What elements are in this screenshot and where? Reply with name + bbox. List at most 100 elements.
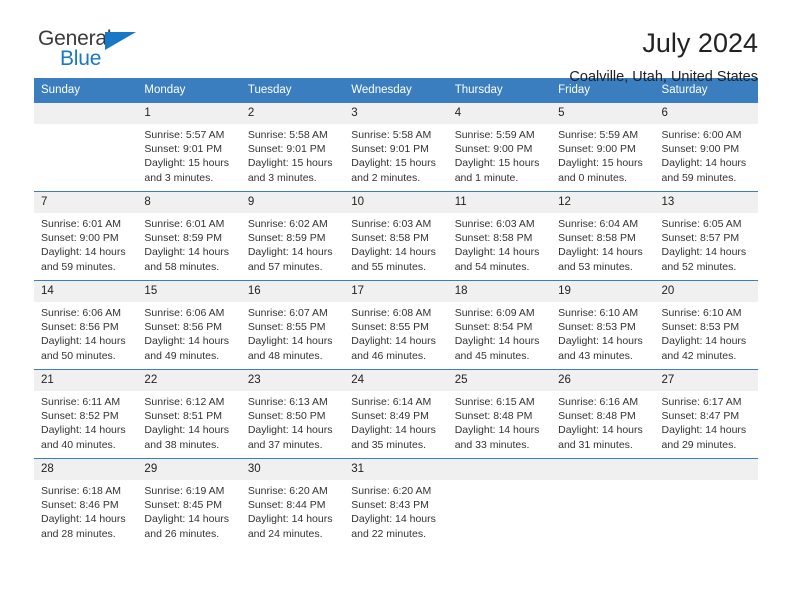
day-cell-inner: 13 Sunrise: 6:05 AM Sunset: 8:57 PM Dayligh… bbox=[654, 192, 758, 280]
day-sunset-text: Sunset: 8:52 PM bbox=[41, 410, 119, 423]
calendar-day-cell[interactable]: 16 Sunrise: 6:07 AM Sunset: 8:55 PM Dayligh… bbox=[240, 280, 345, 370]
day-cell-inner: 14 Sunrise: 6:06 AM Sunset: 8:56 PM Dayligh… bbox=[34, 281, 138, 369]
day-daylight-1-text: Daylight: 14 hours bbox=[351, 246, 436, 259]
day-cell-inner: 28 Sunrise: 6:18 AM Sunset: 8:46 PM Dayligh… bbox=[34, 459, 138, 547]
calendar-day-cell[interactable]: 8 Sunrise: 6:01 AM Sunset: 8:59 PM Daylight… bbox=[137, 191, 241, 281]
sunrise-sunset-calendar: Sunday Monday Tuesday Wednesday Thursday… bbox=[34, 78, 758, 547]
day-cell-inner: 26 Sunrise: 6:16 AM Sunset: 8:48 PM Dayligh… bbox=[551, 370, 655, 458]
logo-text-blue: Blue bbox=[60, 47, 102, 70]
calendar-day-cell[interactable]: 19 Sunrise: 6:10 AM Sunset: 8:53 PM Dayligh… bbox=[551, 280, 655, 370]
day-details: Sunrise: 6:12 AM Sunset: 8:51 PM Daylight:… bbox=[137, 391, 240, 458]
day-sunrise-text: Sunrise: 6:19 AM bbox=[144, 485, 225, 497]
calendar-day-cell[interactable]: 27 Sunrise: 6:17 AM Sunset: 8:47 PM Dayligh… bbox=[654, 369, 758, 459]
day-sunset-text: Sunset: 8:50 PM bbox=[247, 410, 326, 423]
calendar-day-cell[interactable]: 30 Sunrise: 6:20 AM Sunset: 8:44 PM Dayligh… bbox=[240, 458, 345, 547]
calendar-day-cell-empty bbox=[551, 458, 655, 547]
day-number: 19 bbox=[551, 281, 655, 302]
day-details: Sunrise: 6:17 AM Sunset: 8:47 PM Daylight:… bbox=[655, 391, 758, 458]
day-sunrise-text: Sunrise: 5:59 AM bbox=[454, 129, 535, 141]
calendar-day-cell[interactable]: 29 Sunrise: 6:19 AM Sunset: 8:45 PM Dayligh… bbox=[137, 458, 241, 547]
day-sunset-text: Sunset: 8:58 PM bbox=[558, 232, 636, 245]
calendar-day-cell[interactable]: 4 Sunrise: 5:59 AM Sunset: 9:00 PM Daylight… bbox=[447, 102, 552, 192]
day-details: Sunrise: 6:08 AM Sunset: 8:55 PM Daylight:… bbox=[344, 302, 447, 369]
day-sunset-text: Sunset: 9:01 PM bbox=[144, 143, 223, 156]
day-daylight-2-text: and 40 minutes. bbox=[41, 438, 116, 451]
day-daylight-1-text: Daylight: 14 hours bbox=[454, 335, 540, 348]
calendar-day-cell[interactable]: 9 Sunrise: 6:02 AM Sunset: 8:59 PM Daylight… bbox=[240, 191, 345, 281]
calendar-day-cell[interactable]: 21 Sunrise: 6:11 AM Sunset: 8:52 PM Dayligh… bbox=[34, 369, 138, 459]
day-daylight-1-text: Daylight: 14 hours bbox=[144, 513, 230, 526]
calendar-day-cell[interactable]: 25 Sunrise: 6:15 AM Sunset: 8:48 PM Dayligh… bbox=[447, 369, 552, 459]
day-daylight-1-text: Daylight: 14 hours bbox=[661, 246, 747, 259]
calendar-day-cell[interactable]: 28 Sunrise: 6:18 AM Sunset: 8:46 PM Dayligh… bbox=[34, 458, 138, 547]
day-daylight-2-text: and 31 minutes. bbox=[558, 438, 633, 451]
general-blue-logo[interactable]: General Blue bbox=[34, 28, 158, 76]
calendar-day-cell[interactable]: 5 Sunrise: 5:59 AM Sunset: 9:00 PM Daylight… bbox=[551, 102, 655, 192]
day-daylight-2-text: and 38 minutes. bbox=[144, 438, 220, 451]
day-sunrise-text: Sunrise: 6:06 AM bbox=[144, 307, 225, 319]
day-daylight-2-text: and 3 minutes. bbox=[144, 171, 214, 184]
day-sunrise-text: Sunrise: 6:15 AM bbox=[454, 396, 535, 408]
day-sunrise-text: Sunrise: 6:20 AM bbox=[247, 485, 328, 497]
day-daylight-2-text: and 59 minutes. bbox=[661, 171, 737, 184]
day-sunset-text: Sunset: 8:49 PM bbox=[351, 410, 429, 423]
day-details: Sunrise: 6:01 AM Sunset: 9:00 PM Daylight:… bbox=[34, 213, 137, 280]
day-sunrise-text: Sunrise: 6:04 AM bbox=[558, 218, 639, 230]
calendar-day-cell[interactable]: 18 Sunrise: 6:09 AM Sunset: 8:54 PM Dayligh… bbox=[447, 280, 552, 370]
day-number: 1 bbox=[137, 103, 241, 124]
day-number: 16 bbox=[240, 281, 345, 302]
day-daylight-2-text: and 26 minutes. bbox=[144, 527, 220, 540]
day-sunset-text: Sunset: 8:48 PM bbox=[454, 410, 533, 423]
day-daylight-2-text: and 37 minutes. bbox=[247, 438, 323, 451]
calendar-day-cell[interactable]: 3 Sunrise: 5:58 AM Sunset: 9:01 PM Daylight… bbox=[344, 102, 448, 192]
calendar-day-cell[interactable]: 26 Sunrise: 6:16 AM Sunset: 8:48 PM Dayligh… bbox=[551, 369, 655, 459]
calendar-day-cell[interactable]: 17 Sunrise: 6:08 AM Sunset: 8:55 PM Dayligh… bbox=[344, 280, 448, 370]
day-details: Sunrise: 6:10 AM Sunset: 8:53 PM Daylight:… bbox=[551, 302, 654, 369]
calendar-day-cell[interactable]: 14 Sunrise: 6:06 AM Sunset: 8:56 PM Dayligh… bbox=[34, 280, 138, 370]
day-sunset-text: Sunset: 8:56 PM bbox=[41, 321, 119, 334]
day-daylight-2-text: and 2 minutes. bbox=[351, 171, 421, 184]
day-daylight-1-text: Daylight: 14 hours bbox=[247, 513, 333, 526]
calendar-day-cell[interactable]: 6 Sunrise: 6:00 AM Sunset: 9:00 PM Daylight… bbox=[654, 102, 758, 192]
calendar-day-cell[interactable]: 11 Sunrise: 6:03 AM Sunset: 8:58 PM Dayligh… bbox=[447, 191, 552, 281]
calendar-day-cell[interactable]: 20 Sunrise: 6:10 AM Sunset: 8:53 PM Dayligh… bbox=[654, 280, 758, 370]
day-daylight-2-text: and 29 minutes. bbox=[661, 438, 737, 451]
day-number: 5 bbox=[551, 103, 655, 124]
day-daylight-2-text: and 54 minutes. bbox=[454, 260, 530, 273]
day-details: Sunrise: 5:59 AM Sunset: 9:00 PM Daylight:… bbox=[448, 124, 551, 191]
day-sunset-text: Sunset: 8:54 PM bbox=[454, 321, 533, 334]
day-daylight-1-text: Daylight: 14 hours bbox=[144, 246, 230, 259]
day-number: 10 bbox=[344, 192, 448, 213]
calendar-day-cell[interactable]: 13 Sunrise: 6:05 AM Sunset: 8:57 PM Dayligh… bbox=[654, 191, 758, 281]
day-sunset-text: Sunset: 8:43 PM bbox=[351, 499, 429, 512]
day-daylight-1-text: Daylight: 14 hours bbox=[661, 335, 747, 348]
day-number: 11 bbox=[447, 192, 552, 213]
calendar-day-cell[interactable]: 10 Sunrise: 6:03 AM Sunset: 8:58 PM Dayligh… bbox=[344, 191, 448, 281]
day-sunset-text: Sunset: 9:00 PM bbox=[41, 232, 119, 245]
calendar-day-cell[interactable]: 15 Sunrise: 6:06 AM Sunset: 8:56 PM Dayligh… bbox=[137, 280, 241, 370]
day-details: Sunrise: 6:02 AM Sunset: 8:59 PM Daylight:… bbox=[241, 213, 344, 280]
calendar-day-cell[interactable]: 24 Sunrise: 6:14 AM Sunset: 8:49 PM Dayligh… bbox=[344, 369, 448, 459]
day-daylight-1-text: Daylight: 14 hours bbox=[454, 246, 540, 259]
calendar-day-cell[interactable]: 1 Sunrise: 5:57 AM Sunset: 9:01 PM Daylight… bbox=[137, 102, 241, 192]
calendar-day-cell[interactable]: 2 Sunrise: 5:58 AM Sunset: 9:01 PM Daylight… bbox=[240, 102, 345, 192]
day-sunrise-text: Sunrise: 6:06 AM bbox=[41, 307, 121, 319]
calendar-day-cell[interactable]: 12 Sunrise: 6:04 AM Sunset: 8:58 PM Dayligh… bbox=[551, 191, 655, 281]
day-number: 30 bbox=[240, 459, 345, 480]
day-sunrise-text: Sunrise: 6:07 AM bbox=[247, 307, 328, 319]
day-sunrise-text: Sunrise: 6:20 AM bbox=[351, 485, 432, 497]
day-sunrise-text: Sunrise: 6:18 AM bbox=[41, 485, 121, 497]
day-daylight-1-text: Daylight: 14 hours bbox=[247, 246, 333, 259]
day-sunset-text: Sunset: 8:58 PM bbox=[454, 232, 533, 245]
day-daylight-2-text: and 50 minutes. bbox=[41, 349, 116, 362]
day-number: 27 bbox=[654, 370, 758, 391]
calendar-week-row: 14 Sunrise: 6:06 AM Sunset: 8:56 PM Dayligh… bbox=[34, 280, 758, 370]
day-cell-inner bbox=[34, 103, 138, 191]
day-cell-inner: 27 Sunrise: 6:17 AM Sunset: 8:47 PM Dayligh… bbox=[654, 370, 758, 458]
calendar-day-cell[interactable]: 7 Sunrise: 6:01 AM Sunset: 9:00 PM Daylight… bbox=[34, 191, 138, 281]
calendar-day-cell[interactable]: 31 Sunrise: 6:20 AM Sunset: 8:43 PM Dayligh… bbox=[344, 458, 448, 547]
calendar-day-cell[interactable]: 23 Sunrise: 6:13 AM Sunset: 8:50 PM Dayligh… bbox=[240, 369, 345, 459]
day-daylight-1-text: Daylight: 14 hours bbox=[247, 335, 333, 348]
weekday-header-monday: Monday bbox=[137, 78, 241, 103]
calendar-day-cell[interactable]: 22 Sunrise: 6:12 AM Sunset: 8:51 PM Dayligh… bbox=[137, 369, 241, 459]
